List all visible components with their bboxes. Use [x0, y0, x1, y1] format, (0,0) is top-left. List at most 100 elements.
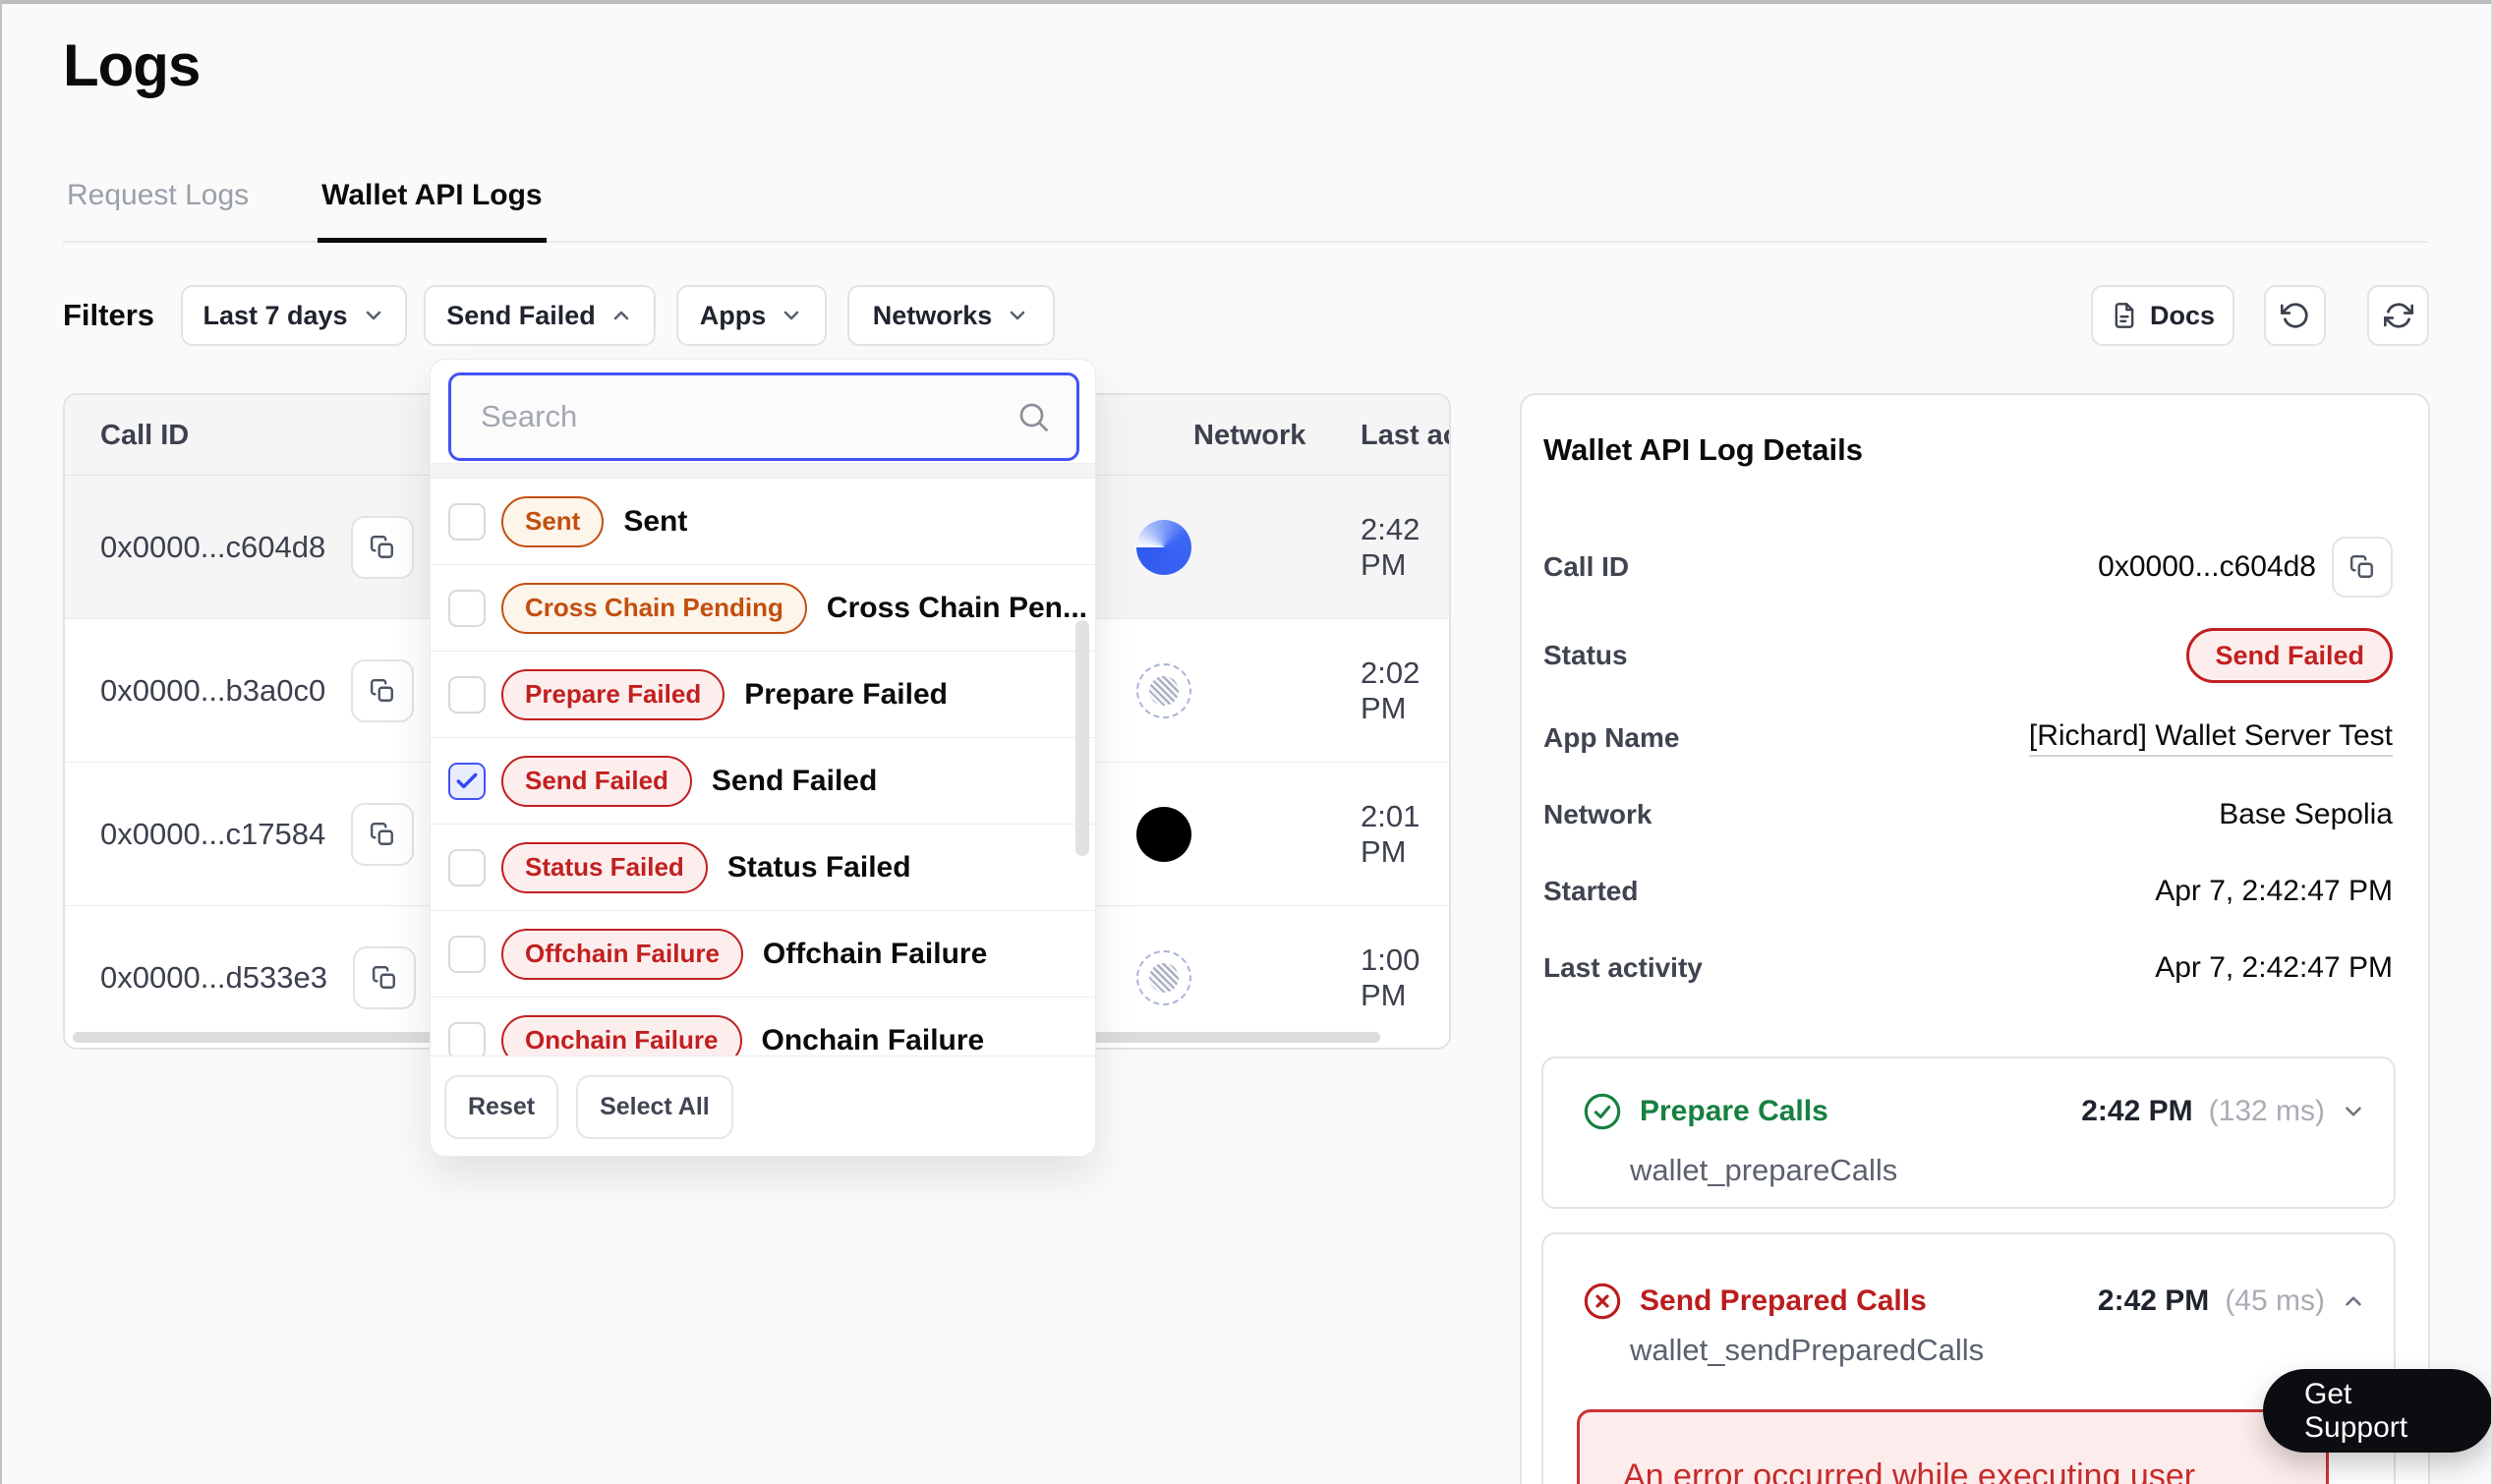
status-badge: Sent: [501, 495, 605, 547]
detail-row-last-activity: Last activity Apr 7, 2:42:47 PM: [1543, 938, 2393, 999]
detail-label: Call ID: [1543, 551, 1630, 582]
network-icon-unknown-testnet: [1136, 950, 1191, 1005]
tab-wallet-api-logs[interactable]: Wallet API Logs: [318, 165, 547, 243]
detail-label: Started: [1543, 876, 1639, 906]
get-support-button[interactable]: Get Support: [2263, 1369, 2493, 1453]
checkbox[interactable]: [448, 935, 486, 973]
wallet-api-log-details-panel: Wallet API Log Details Call ID 0x0000...…: [1520, 393, 2430, 1484]
last-activity-value: 2:42 PM: [1361, 512, 1420, 582]
status-option-offchain-failure[interactable]: Offchain Failure Offchain Failure: [431, 911, 1095, 998]
search-placeholder: Search: [481, 399, 578, 433]
status-badge: Offchain Failure: [501, 928, 743, 980]
apps-filter-label: Apps: [699, 300, 767, 330]
copy-button[interactable]: [351, 659, 415, 722]
page-title: Logs: [63, 32, 201, 98]
event-card-prepare-calls[interactable]: Prepare Calls 2:42 PM (132 ms) wallet_pr…: [1541, 1056, 2396, 1209]
started-value: Apr 7, 2:42:47 PM: [2155, 875, 2393, 907]
copy-button[interactable]: [351, 516, 415, 579]
x-circle-icon: [1583, 1282, 1622, 1321]
chevron-up-icon: [609, 304, 633, 327]
call-id-value: 0x0000...b3a0c0: [100, 673, 326, 708]
status-option-status-failed[interactable]: Status Failed Status Failed: [431, 825, 1095, 911]
status-option-label: Send Failed: [711, 764, 878, 797]
status-option-cross-chain-pending[interactable]: Cross Chain Pending Cross Chain Pen...: [431, 565, 1095, 652]
app-name-link[interactable]: [Richard] Wallet Server Test: [2028, 719, 2393, 757]
docs-button[interactable]: Docs: [2091, 285, 2234, 346]
detail-label: Last activity: [1543, 952, 1703, 983]
rotate-ccw-icon: [2280, 301, 2310, 330]
select-all-button[interactable]: Select All: [576, 1075, 733, 1139]
event-duration: (45 ms): [2225, 1284, 2325, 1317]
detail-row-started: Started Apr 7, 2:42:47 PM: [1543, 861, 2393, 922]
undo-refresh-button[interactable]: [2264, 285, 2326, 346]
reset-button[interactable]: Reset: [444, 1075, 559, 1139]
checkbox[interactable]: [448, 675, 486, 713]
status-filter-label: Send Failed: [446, 300, 596, 330]
date-range-label: Last 7 days: [203, 300, 348, 330]
chevron-up-icon[interactable]: [2341, 1288, 2366, 1314]
tab-request-logs[interactable]: Request Logs: [63, 165, 253, 241]
event-card-send-prepared-calls[interactable]: Send Prepared Calls 2:42 PM (45 ms) wall…: [1541, 1232, 2396, 1484]
copy-button[interactable]: [2332, 537, 2393, 598]
window-left-edge: [0, 0, 2, 1484]
status-badge: Onchain Failure: [501, 1014, 742, 1056]
checkbox[interactable]: [448, 589, 486, 627]
status-filter-button[interactable]: Send Failed: [424, 285, 656, 346]
filters-label: Filters: [63, 298, 155, 332]
column-header-call-id: Call ID: [100, 419, 190, 451]
detail-row-call-id: Call ID 0x0000...c604d8: [1543, 537, 2393, 598]
detail-label: Status: [1543, 640, 1628, 670]
chevron-down-icon[interactable]: [2341, 1099, 2366, 1124]
refresh-button[interactable]: [2367, 285, 2429, 346]
status-option-label: Prepare Failed: [744, 677, 948, 711]
status-filter-dropdown: Search Sent Sent Cross Chain Pending Cro…: [430, 359, 1096, 1157]
event-name: Send Prepared Calls: [1640, 1284, 1927, 1317]
status-option-send-failed[interactable]: Send Failed Send Failed: [431, 738, 1095, 825]
call-id-value: 0x0000...d533e3: [100, 960, 327, 995]
chevron-down-icon: [362, 304, 385, 327]
column-header-network: Network: [1193, 419, 1306, 451]
network-icon-black: [1136, 807, 1191, 862]
status-option-label: Status Failed: [726, 850, 911, 884]
copy-button[interactable]: [351, 803, 415, 866]
date-range-filter-button[interactable]: Last 7 days: [181, 285, 407, 346]
document-icon: [2111, 302, 2138, 329]
dropdown-scrollbar[interactable]: [1075, 620, 1089, 856]
event-time: 2:42 PM: [2097, 1284, 2210, 1317]
status-badge: Send Failed: [501, 755, 692, 807]
details-title: Wallet API Log Details: [1543, 432, 1863, 467]
copy-icon: [2349, 554, 2375, 580]
search-icon: [1015, 399, 1051, 434]
last-activity-value: 2:01 PM: [1361, 799, 1420, 869]
error-message-box: An error occurred while executing user: [1577, 1409, 2329, 1484]
copy-icon: [370, 822, 395, 847]
call-id-value: 0x0000...c604d8: [100, 530, 326, 564]
network-icon-base-sepolia: [1136, 520, 1191, 575]
last-activity-value: 2:02 PM: [1361, 656, 1420, 725]
network-value: Base Sepolia: [2219, 798, 2393, 830]
last-activity-value: 1:00 PM: [1361, 942, 1420, 1012]
call-id-value: 0x0000...c17584: [100, 817, 326, 851]
detail-row-status: Status Send Failed: [1543, 625, 2393, 686]
status-option-label: Offchain Failure: [762, 937, 988, 970]
check-circle-icon: [1583, 1092, 1622, 1131]
event-duration: (132 ms): [2208, 1095, 2325, 1127]
call-id-value: 0x0000...c604d8: [2098, 550, 2316, 583]
checkbox[interactable]: [448, 502, 486, 541]
status-option-label: Onchain Failure: [761, 1023, 985, 1056]
checkbox-checked[interactable]: [448, 762, 486, 800]
status-option-prepare-failed[interactable]: Prepare Failed Prepare Failed: [431, 652, 1095, 738]
status-option-onchain-failure[interactable]: Onchain Failure Onchain Failure: [431, 998, 1095, 1056]
search-input[interactable]: Search: [448, 372, 1079, 461]
networks-filter-button[interactable]: Networks: [847, 285, 1055, 346]
copy-icon: [370, 678, 395, 704]
apps-filter-button[interactable]: Apps: [676, 285, 827, 346]
status-badge: Send Failed: [2186, 628, 2393, 683]
status-option-sent[interactable]: Sent Sent: [431, 479, 1095, 565]
event-time: 2:42 PM: [2081, 1095, 2193, 1127]
checkbox[interactable]: [448, 1021, 486, 1056]
detail-label: App Name: [1543, 722, 1680, 753]
copy-button[interactable]: [353, 946, 416, 1009]
checkbox[interactable]: [448, 848, 486, 886]
partially-scrolled-option: [431, 463, 1095, 479]
